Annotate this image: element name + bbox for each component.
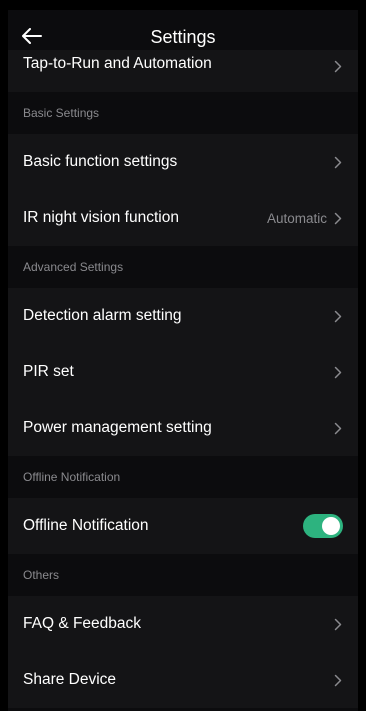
ir-night-vision-label: IR night vision function (23, 209, 179, 226)
faq-feedback-label: FAQ & Feedback (23, 615, 142, 632)
basic-function-settings-item[interactable]: Basic function settings (8, 134, 358, 190)
tap-to-run-automation-label: Tap-to-Run and Automation (23, 55, 212, 72)
toggle-knob (322, 517, 340, 535)
chevron-right-icon (333, 309, 343, 323)
detection-alarm-setting-label: Detection alarm setting (23, 307, 182, 324)
offline-notification-label: Offline Notification (23, 517, 149, 534)
offline-notification-toggle[interactable] (303, 514, 343, 538)
pir-set-label: PIR set (23, 363, 74, 380)
section-header-basic-settings: Basic Settings (8, 92, 358, 134)
section-header-offline-notification: Offline Notification (8, 456, 358, 498)
offline-notification-item: Offline Notification (8, 498, 358, 554)
faq-feedback-item[interactable]: FAQ & Feedback (8, 596, 358, 652)
power-management-setting-label: Power management setting (23, 419, 212, 436)
chevron-right-icon (333, 673, 343, 687)
power-management-setting-item[interactable]: Power management setting (8, 400, 358, 456)
basic-function-settings-label: Basic function settings (23, 153, 178, 170)
tap-to-run-automation-item[interactable]: Tap-to-Run and Automation (8, 50, 358, 92)
pir-set-item[interactable]: PIR set (8, 344, 358, 400)
detection-alarm-setting-item[interactable]: Detection alarm setting (8, 288, 358, 344)
chevron-right-icon (333, 365, 343, 379)
chevron-right-icon (333, 211, 343, 225)
chevron-right-icon (333, 155, 343, 169)
share-device-label: Share Device (23, 671, 117, 688)
settings-screen: Settings Tap-to-Run and Automation Basic… (8, 10, 358, 711)
page-title: Settings (150, 27, 216, 47)
section-header-others: Others (8, 554, 358, 596)
share-device-item[interactable]: Share Device (8, 652, 358, 708)
header: Settings (8, 10, 358, 50)
chevron-right-icon (333, 59, 343, 73)
section-header-advanced-settings: Advanced Settings (8, 246, 358, 288)
ir-night-vision-value: Automatic (266, 210, 327, 226)
chevron-right-icon (333, 421, 343, 435)
ir-night-vision-item[interactable]: IR night vision function Automatic (8, 190, 358, 246)
chevron-right-icon (333, 617, 343, 631)
